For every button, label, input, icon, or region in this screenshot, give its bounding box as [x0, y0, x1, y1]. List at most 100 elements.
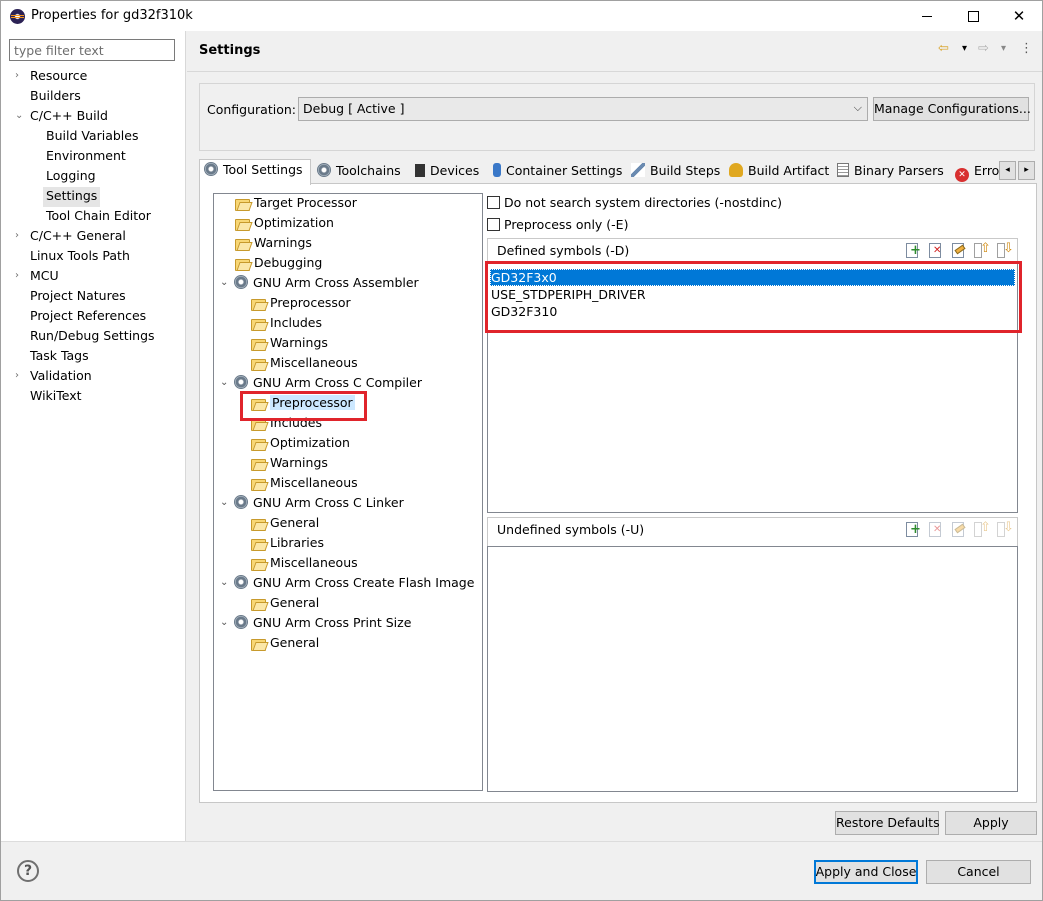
tree-node-gnu-arm-cross-create-flash-image[interactable]: ⌄ GNU Arm Cross Create Flash Image — [220, 574, 474, 594]
tab-devices[interactable]: Devices — [411, 161, 487, 183]
tab-scroll-left-button[interactable]: ◂ — [999, 161, 1016, 180]
folder-icon — [250, 436, 266, 451]
tree-item-logging[interactable]: Logging — [46, 167, 96, 187]
tree-node-gnu-arm-cross-assembler[interactable]: ⌄ GNU Arm Cross Assembler — [220, 274, 419, 294]
preprocess-only-checkbox[interactable] — [487, 218, 500, 231]
tree-node-linker-libraries[interactable]: Libraries — [250, 534, 324, 554]
filter-input[interactable] — [9, 39, 175, 61]
folder-icon — [250, 336, 266, 351]
tree-item-cpp-general[interactable]: › C/C++ General — [15, 227, 126, 247]
tree-item-settings[interactable]: Settings — [43, 187, 101, 207]
chevron-right-icon[interactable]: › — [15, 227, 27, 245]
tree-item-project-natures[interactable]: Project Natures — [30, 287, 126, 307]
tree-item-builders[interactable]: Builders — [30, 87, 81, 107]
tree-item-build-variables[interactable]: Build Variables — [46, 127, 138, 147]
chevron-down-icon[interactable]: ⌄ — [220, 374, 228, 392]
move-up-icon[interactable] — [973, 242, 991, 258]
minimize-button[interactable] — [904, 1, 950, 31]
edit-symbol-icon[interactable] — [950, 521, 966, 537]
tree-node-compiler-warnings[interactable]: Warnings — [250, 454, 328, 474]
tree-node-print-size-general[interactable]: General — [250, 634, 319, 654]
nostdinc-checkbox[interactable] — [487, 196, 500, 209]
cancel-button[interactable]: Cancel — [926, 860, 1031, 884]
tree-node-assembler-warnings[interactable]: Warnings — [250, 334, 328, 354]
tree-node-flash-image-general[interactable]: General — [250, 594, 319, 614]
chevron-right-icon[interactable]: › — [15, 367, 27, 385]
chevron-down-icon[interactable]: ⌄ — [220, 574, 228, 592]
tree-node-assembler-miscellaneous[interactable]: Miscellaneous — [250, 354, 358, 374]
tree-item-wikitext[interactable]: WikiText — [30, 387, 82, 407]
tree-node-linker-general[interactable]: General — [250, 514, 319, 534]
tree-node-compiler-miscellaneous[interactable]: Miscellaneous — [250, 474, 358, 494]
list-item[interactable]: GD32F310 — [490, 303, 1015, 320]
move-up-icon[interactable] — [973, 521, 991, 537]
tab-tool-settings[interactable]: Tool Settings — [199, 159, 311, 185]
close-button[interactable]: ✕ — [996, 1, 1042, 31]
delete-symbol-icon[interactable] — [927, 521, 943, 537]
chevron-down-icon[interactable]: ⌄ — [15, 107, 27, 125]
tree-node-warnings[interactable]: Warnings — [234, 234, 312, 254]
view-menu-icon[interactable]: ⋮ — [1020, 41, 1033, 56]
delete-symbol-icon[interactable] — [927, 242, 943, 258]
apply-and-close-button[interactable]: Apply and Close — [814, 860, 918, 884]
preprocess-only-option[interactable]: Preprocess only (-E) — [487, 217, 628, 232]
add-symbol-icon[interactable] — [904, 242, 921, 258]
tree-item-run-debug-settings[interactable]: Run/Debug Settings — [30, 327, 155, 347]
tree-node-optimization[interactable]: Optimization — [234, 214, 334, 234]
edit-symbol-icon[interactable] — [950, 242, 966, 258]
tab-binary-parsers[interactable]: Binary Parsers — [833, 161, 949, 183]
back-menu-icon[interactable]: ▾ — [962, 43, 967, 54]
tab-build-artifact[interactable]: Build Artifact — [725, 161, 831, 183]
tab-build-steps[interactable]: Build Steps — [627, 161, 721, 183]
forward-menu-icon[interactable]: ▾ — [1001, 43, 1006, 54]
list-item[interactable]: USE_STDPERIPH_DRIVER — [490, 286, 1015, 303]
help-icon[interactable]: ? — [17, 860, 39, 882]
chevron-down-icon[interactable]: ⌄ — [220, 274, 228, 292]
back-arrow-icon[interactable]: ⇦ — [938, 41, 949, 56]
gear-icon — [234, 275, 248, 289]
configuration-select[interactable]: Debug [ Active ] ⌵ — [298, 97, 868, 121]
forward-arrow-icon[interactable]: ⇨ — [978, 41, 989, 56]
tree-node-target-processor[interactable]: Target Processor — [234, 194, 357, 214]
undefined-symbols-list[interactable] — [487, 546, 1018, 792]
tab-scroll-right-button[interactable]: ▸ — [1018, 161, 1035, 180]
chevron-down-icon[interactable]: ⌄ — [220, 614, 228, 632]
tree-item-environment[interactable]: Environment — [46, 147, 126, 167]
tree-node-compiler-preprocessor[interactable]: Preprocessor — [250, 394, 355, 414]
apply-button[interactable]: Apply — [945, 811, 1037, 835]
move-down-icon[interactable] — [996, 521, 1014, 537]
tree-node-assembler-includes[interactable]: Includes — [250, 314, 322, 334]
tree-item-task-tags[interactable]: Task Tags — [30, 347, 89, 367]
list-item[interactable]: GD32F3x0 — [490, 269, 1015, 286]
tree-item-project-references[interactable]: Project References — [30, 307, 146, 327]
tree-item-cpp-build[interactable]: ⌄ C/C++ Build — [15, 107, 108, 127]
restore-defaults-button[interactable]: Restore Defaults — [835, 811, 940, 835]
folder-icon — [250, 516, 266, 531]
chevron-right-icon[interactable]: › — [15, 67, 27, 85]
tree-node-debugging[interactable]: Debugging — [234, 254, 322, 274]
nostdinc-option[interactable]: Do not search system directories (-nostd… — [487, 195, 782, 210]
defined-symbols-list[interactable]: GD32F3x0 USE_STDPERIPH_DRIVER GD32F310 — [487, 262, 1018, 513]
chevron-down-icon[interactable]: ⌄ — [220, 494, 228, 512]
tree-node-assembler-preprocessor[interactable]: Preprocessor — [250, 294, 351, 314]
tab-toolchains[interactable]: Toolchains — [313, 161, 409, 183]
tree-item-mcu[interactable]: › MCU — [15, 267, 59, 287]
tree-node-gnu-arm-cross-print-size[interactable]: ⌄ GNU Arm Cross Print Size — [220, 614, 411, 634]
tree-item-linux-tools-path[interactable]: Linux Tools Path — [30, 247, 130, 267]
tree-item-tool-chain-editor[interactable]: Tool Chain Editor — [46, 207, 151, 227]
tree-item-validation[interactable]: › Validation — [15, 367, 92, 387]
tree-node-compiler-optimization[interactable]: Optimization — [250, 434, 350, 454]
tab-error-parsers[interactable]: ✕ Erro — [951, 161, 1001, 183]
add-symbol-icon[interactable] — [904, 521, 921, 537]
tree-node-compiler-includes[interactable]: Includes — [250, 414, 322, 434]
manage-configurations-button[interactable]: Manage Configurations... — [873, 97, 1031, 121]
move-down-icon[interactable] — [996, 242, 1014, 258]
tree-node-gnu-arm-cross-c-linker[interactable]: ⌄ GNU Arm Cross C Linker — [220, 494, 404, 514]
chevron-right-icon[interactable]: › — [15, 267, 27, 285]
tree-node-linker-miscellaneous[interactable]: Miscellaneous — [250, 554, 358, 574]
tab-container-settings[interactable]: Container Settings — [489, 161, 625, 183]
tree-node-gnu-arm-cross-c-compiler[interactable]: ⌄ GNU Arm Cross C Compiler — [220, 374, 422, 394]
maximize-button[interactable] — [950, 1, 996, 31]
tree-item-resource[interactable]: › Resource — [15, 67, 87, 87]
wand-icon — [631, 163, 645, 177]
